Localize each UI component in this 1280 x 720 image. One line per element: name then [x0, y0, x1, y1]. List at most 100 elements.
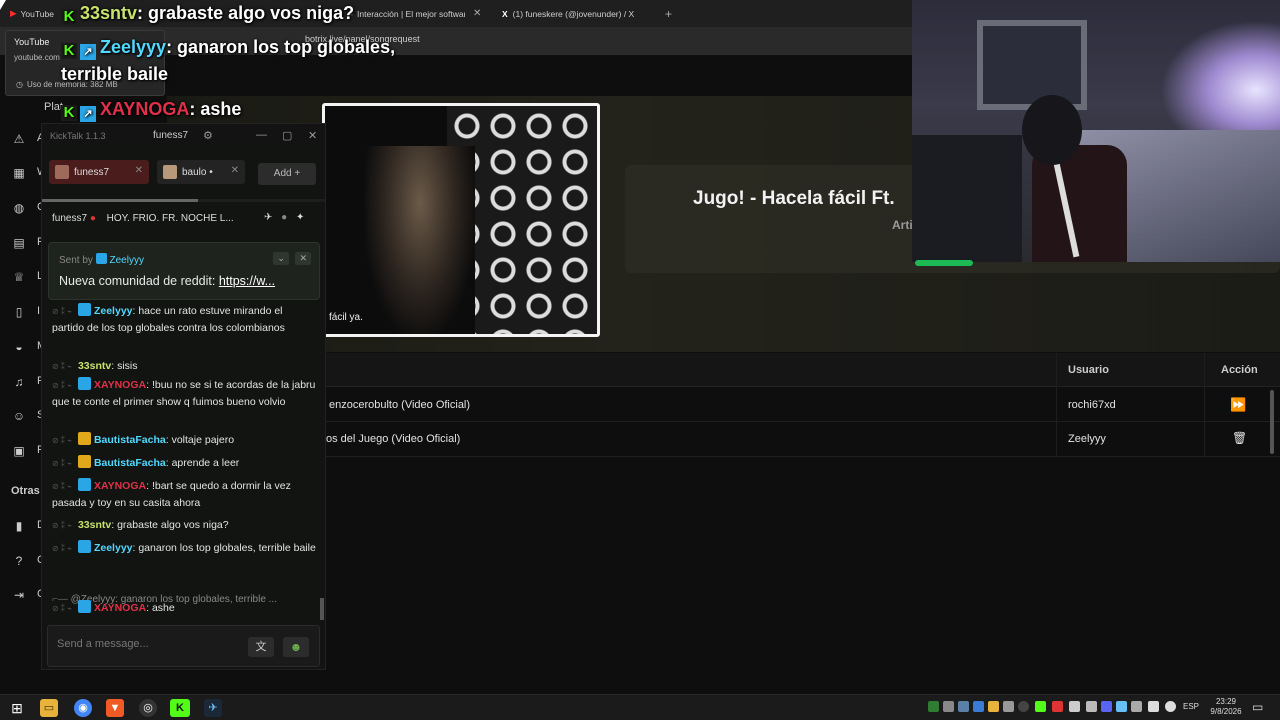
video-player[interactable]: fácil ya. [322, 103, 600, 337]
tray-app-icon[interactable] [1086, 701, 1097, 712]
close-icon[interactable]: ✕ [231, 165, 239, 176]
windows-icon[interactable]: ▦ [12, 166, 26, 180]
message-actions-icon[interactable]: ⊘ ⁑ ⌁ [52, 478, 72, 495]
message-actions-icon[interactable]: ⊘ ⁑ ⌁ [52, 377, 72, 394]
queue-scrollbar[interactable] [1270, 390, 1274, 454]
chrome-icon[interactable]: ◉ [74, 699, 92, 717]
help-icon[interactable]: ? [12, 554, 26, 568]
tray-app-icon[interactable] [943, 701, 954, 712]
pinned-link[interactable]: https://w... [219, 274, 275, 288]
message-actions-icon[interactable]: ⊘ ⁑ ⌁ [52, 517, 72, 534]
trophy-icon[interactable]: ♕ [12, 270, 26, 284]
sent-by-user[interactable]: Zeelyyy [109, 255, 143, 266]
emote-picker-icon[interactable]: ☻ [283, 637, 309, 657]
tray-app-icon[interactable] [1131, 701, 1142, 712]
language-indicator[interactable]: ESP [1183, 702, 1199, 711]
tab-youtube[interactable]: ▶ YouTube [10, 0, 68, 27]
close-icon[interactable]: ✕ [308, 129, 317, 142]
gamepad-icon[interactable]: ◒ [12, 340, 26, 354]
mouse-cursor-icon [0, 0, 6, 10]
message-actions-icon[interactable]: ⊘ ⁑ ⌁ [52, 432, 72, 449]
close-icon[interactable]: ✕ [473, 8, 481, 19]
message-text: !buu no se si te acordas de la jabru que… [52, 379, 316, 408]
message-username[interactable]: Zeelyyy [94, 305, 133, 317]
notification-icon[interactable]: ▭ [1252, 700, 1263, 714]
maximize-icon[interactable]: ▢ [282, 129, 292, 142]
trash-icon[interactable]: 🗑 [1232, 431, 1247, 445]
tray-app-icon[interactable] [1052, 701, 1063, 712]
tab-funess7[interactable]: funess7 ✕ [49, 160, 149, 184]
stream-title: HOY. FRIO. FR. NOCHE L... [106, 213, 234, 224]
clock-time: 23:29 [1215, 697, 1237, 706]
tray-steam-icon[interactable] [1116, 701, 1127, 712]
monitor-icon[interactable] [1148, 701, 1159, 712]
avatar [163, 165, 177, 179]
steam-icon[interactable]: ✈ [204, 699, 222, 717]
pin-icon[interactable]: ✦ [296, 212, 304, 223]
message-username[interactable]: BautistaFacha [94, 457, 166, 469]
chat-message: ⊘ ⁑ ⌁ Zeelyyy: ganaron los top globales, … [52, 540, 317, 557]
chat-message: ⊘ ⁑ ⌁ BautistaFacha: voltaje pajero [52, 432, 317, 449]
message-username[interactable]: 33sntv [78, 360, 111, 372]
message-username[interactable]: Zeelyyy [94, 542, 133, 554]
brave-icon[interactable]: ▼ [106, 699, 124, 717]
obs-icon[interactable]: ◎ [139, 699, 157, 717]
file-icon[interactable]: ▮ [12, 519, 26, 533]
gear-icon[interactable]: ⚙ [203, 129, 213, 142]
new-tab-button[interactable]: + [665, 0, 679, 27]
robot-icon[interactable]: ◍ [12, 201, 26, 215]
message-actions-icon[interactable]: ⊘ ⁑ ⌁ [52, 358, 72, 375]
sidebar-item-label[interactable]: I [37, 305, 40, 317]
card-icon[interactable]: ▤ [12, 236, 26, 250]
skip-forward-icon[interactable]: ⏩ [1230, 397, 1246, 413]
kicktalk-divider-fill [42, 199, 198, 202]
kicktalk-user[interactable]: funess7 [153, 130, 188, 141]
clock[interactable]: 23:29 9/8/2026 [1207, 697, 1245, 717]
tray-app-icon[interactable] [973, 701, 984, 712]
user-card-icon[interactable]: ▣ [12, 444, 26, 458]
rocket-icon[interactable]: ✈ [264, 212, 272, 223]
minimize-icon[interactable]: — [256, 129, 267, 141]
discord-icon[interactable] [1101, 701, 1112, 712]
message-username[interactable]: BautistaFacha [94, 434, 166, 446]
tray-app-icon[interactable] [958, 701, 969, 712]
user-icon[interactable]: ● [281, 212, 287, 223]
close-icon[interactable]: ✕ [135, 165, 143, 176]
add-chat-button[interactable]: Add + [258, 163, 316, 185]
tab-baulo[interactable]: baulo • ✕ [157, 160, 245, 184]
tray-app-icon[interactable] [988, 701, 999, 712]
users-icon[interactable]: ☺ [12, 409, 26, 423]
message-username[interactable]: XAYNOGA [94, 379, 146, 391]
message-username[interactable]: XAYNOGA [94, 480, 146, 492]
now-playing-title: Jugo! - Hacela fácil Ft. [693, 188, 895, 209]
tray-app-icon[interactable] [1018, 701, 1029, 712]
tray-app-icon[interactable] [1003, 701, 1014, 712]
message-actions-icon[interactable]: ⊘ ⁑ ⌁ [52, 303, 72, 320]
pinned-message: Sent by Zeelyyy ⌄ ✕ Nueva comunidad de r… [48, 242, 320, 300]
logout-icon[interactable]: ⇥ [12, 588, 26, 602]
tray-kick-icon[interactable] [1035, 701, 1046, 712]
speaker-icon[interactable] [1165, 701, 1176, 712]
chat-input[interactable] [57, 638, 237, 650]
queue-requester: Zeelyyy [1068, 433, 1106, 445]
translate-icon[interactable]: 文 [248, 637, 274, 657]
unpin-icon[interactable]: ✕ [295, 252, 311, 265]
overlay-chat-line: K 33sntv: grabaste algo vos niga? [61, 3, 354, 25]
document-icon[interactable]: ▯ [12, 305, 26, 319]
chevron-down-icon[interactable]: ⌄ [273, 252, 289, 265]
message-actions-icon[interactable]: ⊘ ⁑ ⌁ [52, 455, 72, 472]
start-windows-icon[interactable]: ⊞ [8, 699, 26, 717]
tray-app-icon[interactable] [928, 701, 939, 712]
music-icon[interactable]: ♫ [12, 375, 26, 389]
message-actions-icon[interactable]: ⊘ ⁑ ⌁ [52, 540, 72, 557]
chat-scrollbar[interactable] [320, 598, 324, 620]
kicktalk-taskbar-icon[interactable]: K [170, 699, 190, 717]
alert-icon[interactable]: ⚠ [12, 132, 26, 146]
file-explorer-icon[interactable]: ▭ [40, 699, 58, 717]
tab-x[interactable]: X (1) funeskere (@jovenunder) / X [502, 0, 652, 27]
message-actions-icon[interactable]: ⊘ ⁑ ⌁ [52, 600, 72, 617]
message-username[interactable]: 33sntv [78, 519, 111, 531]
tray-app-icon[interactable] [1069, 701, 1080, 712]
message-username[interactable]: XAYNOGA [94, 602, 146, 614]
tab-interaccion[interactable]: ▪ Interacción | El mejor software ✕ [350, 0, 490, 27]
